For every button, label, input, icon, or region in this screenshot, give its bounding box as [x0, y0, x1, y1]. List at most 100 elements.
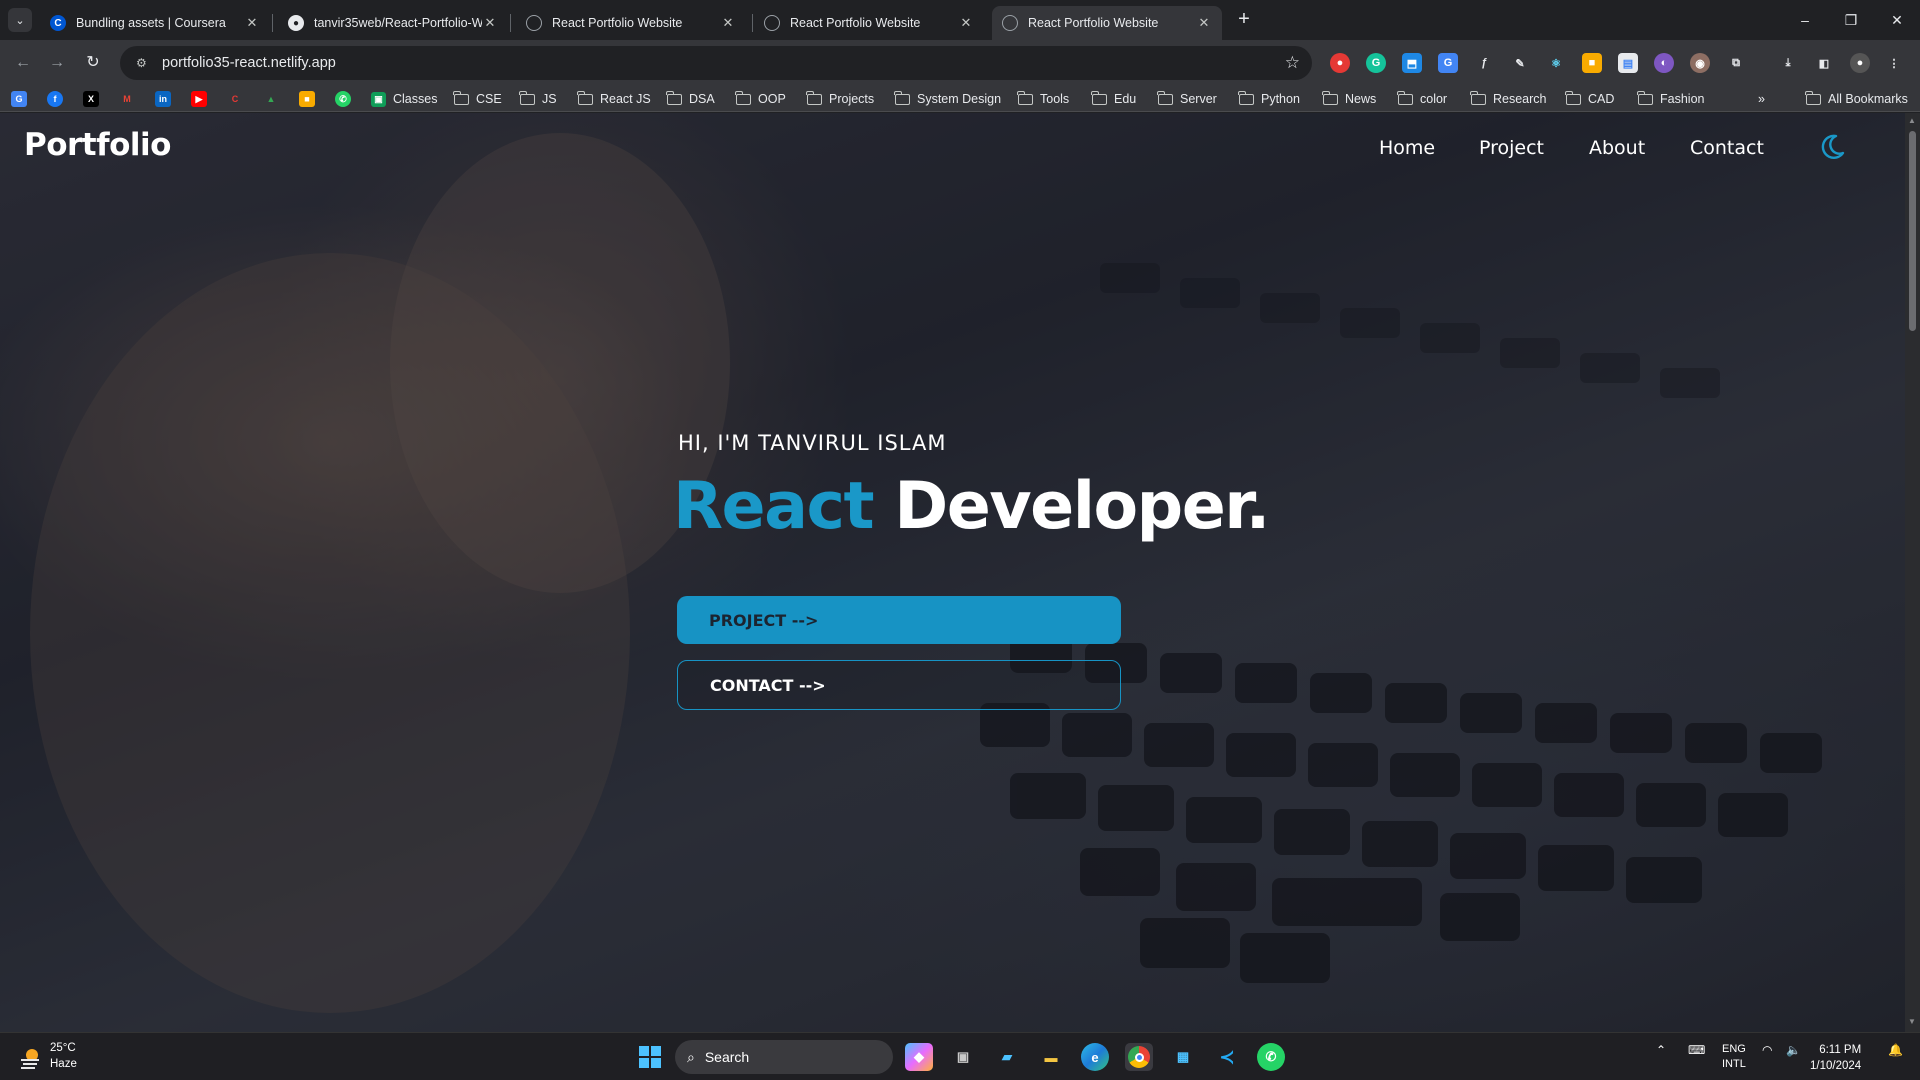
bookmark-folder-system-design[interactable]: System Design [894, 90, 1001, 108]
forward-button[interactable]: → [44, 50, 70, 76]
grammarly-extension-icon[interactable]: G [1366, 53, 1386, 73]
facebook-bookmark-icon[interactable]: f [47, 91, 63, 107]
chrome-browser-icon[interactable] [1125, 1043, 1153, 1071]
site-info-icon[interactable]: ⚙ [136, 56, 156, 70]
start-button[interactable] [636, 1043, 664, 1071]
contact-button[interactable]: CONTACT --> [677, 660, 1121, 710]
bookmark-folder-js[interactable]: JS [519, 90, 557, 108]
react-devtools-extension-icon[interactable]: ⚛ [1546, 53, 1566, 73]
input-language-indicator[interactable]: ENG INTL [1722, 1042, 1746, 1072]
bookmark-folder-cse[interactable]: CSE [453, 90, 502, 108]
bookmark-folder-dsa[interactable]: DSA [666, 90, 715, 108]
tab-portfolio-1[interactable]: React Portfolio Website ✕ [516, 6, 746, 40]
volume-icon[interactable]: 🔈 [1786, 1043, 1801, 1057]
more-bookmarks-button[interactable]: » [1758, 90, 1765, 108]
weather-temperature[interactable]: 25°C [50, 1042, 76, 1054]
vscode-icon[interactable]: ≺ [1213, 1043, 1241, 1071]
new-tab-button[interactable]: + [1232, 8, 1256, 32]
bookmark-star-icon[interactable]: ☆ [1285, 53, 1300, 73]
site-logo[interactable]: Portfolio [24, 127, 171, 163]
page-scrollbar[interactable]: ▲ ▼ [1905, 113, 1920, 1032]
bookmark-folder-news[interactable]: News [1322, 90, 1376, 108]
address-bar[interactable]: ⚙ ☆ [120, 46, 1312, 80]
tab-portfolio-2[interactable]: React Portfolio Website ✕ [754, 6, 984, 40]
close-tab-icon[interactable]: ✕ [1196, 15, 1212, 31]
edge-browser-icon[interactable]: e [1081, 1043, 1109, 1071]
whatsapp-icon[interactable]: ✆ [1257, 1043, 1285, 1071]
docs-extension-icon[interactable]: ▤ [1618, 53, 1638, 73]
adblock-extension-icon[interactable]: ● [1330, 53, 1350, 73]
keep-bookmark-icon[interactable]: ■ [299, 91, 315, 107]
reload-button[interactable]: ↻ [80, 50, 106, 76]
close-tab-icon[interactable]: ✕ [958, 15, 974, 31]
task-view-icon[interactable]: ▣ [949, 1043, 977, 1071]
colorzilla-extension-icon[interactable]: ◐ [1654, 53, 1674, 73]
scrollbar-thumb[interactable] [1909, 131, 1916, 331]
c-bookmark-icon[interactable]: C [227, 91, 243, 107]
bookmark-folder-fashion[interactable]: Fashion [1637, 90, 1704, 108]
scroll-up-arrow-icon[interactable]: ▲ [1908, 116, 1916, 125]
dark-mode-moon-icon[interactable] [1818, 133, 1846, 161]
bookmark-folder-research[interactable]: Research [1470, 90, 1547, 108]
tab-search-button[interactable]: ⌄ [8, 8, 32, 32]
nav-about[interactable]: About [1589, 137, 1645, 159]
tab-github[interactable]: ● tanvir35web/React-Portfolio-W ✕ [278, 6, 508, 40]
menu-kebab-icon[interactable]: ⋮ [1884, 53, 1904, 73]
bookmark-folder-cad[interactable]: CAD [1565, 90, 1614, 108]
all-bookmarks-button[interactable]: All Bookmarks [1805, 90, 1908, 108]
bookmark-folder-oop[interactable]: OOP [735, 90, 786, 108]
close-tab-icon[interactable]: ✕ [720, 15, 736, 31]
formula-extension-icon[interactable]: ƒ [1474, 53, 1494, 73]
file-explorer-icon[interactable]: ▬ [1037, 1043, 1065, 1071]
whatsapp-bookmark-icon[interactable]: ✆ [335, 91, 351, 107]
youtube-bookmark-icon[interactable]: ▶ [191, 91, 207, 107]
bookmark-folder-edu[interactable]: Edu [1091, 90, 1136, 108]
url-input[interactable] [162, 55, 1262, 71]
scroll-down-arrow-icon[interactable]: ▼ [1908, 1017, 1916, 1026]
weather-condition[interactable]: Haze [50, 1058, 77, 1070]
bookmark-classes[interactable]: ▣ Classes [371, 90, 437, 108]
system-clock[interactable]: 6:11 PM 1/10/2024 [1810, 1042, 1861, 1074]
extensions-puzzle-icon[interactable]: ⧉ [1726, 53, 1746, 73]
copilot-icon[interactable]: ◆ [905, 1043, 933, 1071]
notification-bell-icon[interactable]: 🔔 [1888, 1043, 1903, 1057]
show-hidden-icons-chevron[interactable]: ⌃ [1656, 1043, 1666, 1057]
tab-portfolio-active[interactable]: React Portfolio Website ✕ [992, 6, 1222, 40]
remote-desktop-icon[interactable]: ▦ [1169, 1043, 1197, 1071]
translate-extension-icon[interactable]: G [1438, 53, 1458, 73]
keyboard-icon[interactable]: ⌨ [1688, 1043, 1705, 1057]
restore-button[interactable]: ❐ [1828, 8, 1874, 32]
translate-bookmark-icon[interactable]: G [11, 91, 27, 107]
wifi-icon[interactable]: ◠ [1762, 1043, 1772, 1057]
close-window-button[interactable]: ✕ [1874, 8, 1920, 32]
download-icon[interactable]: ⤓ [1778, 53, 1798, 73]
haze-weather-icon[interactable] [18, 1045, 42, 1069]
bookmark-folder-color[interactable]: color [1397, 90, 1447, 108]
profile-avatar[interactable]: ● [1850, 53, 1870, 73]
back-button[interactable]: ← [10, 50, 36, 76]
keep-extension-icon[interactable]: ■ [1582, 53, 1602, 73]
taskbar-search[interactable]: ⌕ Search [675, 1040, 893, 1074]
wappalyzer-extension-icon[interactable]: ◉ [1690, 53, 1710, 73]
x-bookmark-icon[interactable]: X [83, 91, 99, 107]
screenshot-extension-icon[interactable]: ⬒ [1402, 53, 1422, 73]
bookmark-folder-python[interactable]: Python [1238, 90, 1300, 108]
drive-bookmark-icon[interactable]: ▲ [263, 91, 279, 107]
bookmark-folder-tools[interactable]: Tools [1017, 90, 1069, 108]
bookmark-folder-server[interactable]: Server [1157, 90, 1217, 108]
bookmark-folder-projects[interactable]: Projects [806, 90, 874, 108]
bookmark-folder-reactjs[interactable]: React JS [577, 90, 651, 108]
tab-coursera[interactable]: C Bundling assets | Coursera ✕ [40, 6, 270, 40]
minimize-button[interactable]: – [1782, 8, 1828, 32]
project-button[interactable]: PROJECT --> [677, 596, 1121, 644]
widgets-app-icon[interactable]: ▰ [993, 1043, 1021, 1071]
close-tab-icon[interactable]: ✕ [244, 15, 260, 31]
nav-contact[interactable]: Contact [1690, 137, 1764, 159]
nav-project[interactable]: Project [1479, 137, 1544, 159]
nav-home[interactable]: Home [1379, 137, 1435, 159]
close-tab-icon[interactable]: ✕ [482, 15, 498, 31]
linkedin-bookmark-icon[interactable]: in [155, 91, 171, 107]
color-picker-extension-icon[interactable]: ✎ [1510, 53, 1530, 73]
side-panel-icon[interactable]: ◧ [1814, 53, 1834, 73]
gmail-bookmark-icon[interactable]: M [119, 91, 135, 107]
